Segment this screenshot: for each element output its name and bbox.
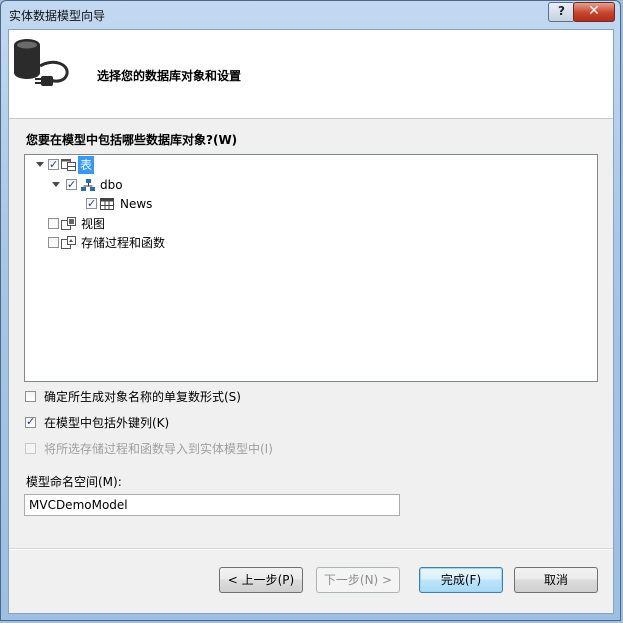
news-label: News bbox=[120, 197, 153, 211]
pluralize-checkbox[interactable] bbox=[25, 391, 36, 402]
database-connection-icon bbox=[14, 39, 69, 86]
procs-label: 存储过程和函数 bbox=[81, 236, 166, 250]
tree-node-schema[interactable]: dbo bbox=[25, 176, 225, 194]
tree-node-news[interactable]: News bbox=[25, 195, 225, 213]
foreign-keys-label: 在模型中包括外键列(K) bbox=[44, 416, 170, 430]
wizard-header: 选择您的数据库对象和设置 bbox=[9, 30, 613, 119]
footer-divider bbox=[9, 548, 613, 550]
import-procs-checkbox bbox=[25, 443, 36, 454]
expand-arrow-icon[interactable] bbox=[36, 162, 44, 167]
table-icon bbox=[100, 198, 114, 210]
news-checkbox[interactable] bbox=[86, 195, 97, 213]
import-procs-label: 将所选存储过程和函数导入到实体模型中(I) bbox=[44, 442, 273, 456]
schema-icon bbox=[81, 179, 95, 191]
tree-node-views[interactable]: 视图 bbox=[25, 215, 225, 233]
database-objects-tree[interactable]: 表 dbo bbox=[24, 154, 598, 382]
tables-checkbox[interactable] bbox=[48, 156, 59, 174]
help-button[interactable]: ? bbox=[548, 2, 575, 22]
procs-folder-icon bbox=[61, 236, 76, 249]
tree-node-procs[interactable]: 存储过程和函数 bbox=[25, 234, 225, 252]
procs-checkbox[interactable] bbox=[48, 237, 59, 248]
dialog-client: 选择您的数据库对象和设置 您要在模型中包括哪些数据库对象?(W) 表 bbox=[8, 29, 614, 614]
namespace-input[interactable]: MVCDemoModel bbox=[24, 494, 400, 516]
views-folder-icon bbox=[61, 217, 76, 230]
objects-label: 您要在模型中包括哪些数据库对象?(W) bbox=[26, 133, 238, 147]
tables-label: 表 bbox=[78, 156, 95, 174]
foreign-keys-checkbox[interactable] bbox=[25, 414, 36, 430]
pluralize-label: 确定所生成对象名称的单复数形式(S) bbox=[44, 390, 241, 404]
previous-button[interactable]: < 上一步(P) bbox=[219, 567, 303, 593]
finish-button[interactable]: 完成(F) bbox=[419, 567, 503, 593]
namespace-label: 模型命名空间(M): bbox=[26, 475, 122, 489]
schema-checkbox[interactable] bbox=[66, 176, 77, 194]
tree-node-tables[interactable]: 表 bbox=[25, 156, 225, 174]
close-button[interactable]: ✕ bbox=[573, 2, 615, 22]
window-title: 实体数据模型向导 bbox=[9, 9, 106, 23]
tables-folder-icon bbox=[61, 159, 76, 171]
views-checkbox[interactable] bbox=[48, 218, 59, 229]
schema-label: dbo bbox=[100, 178, 123, 192]
cancel-button[interactable]: 取消 bbox=[514, 567, 598, 593]
title-bar[interactable]: 实体数据模型向导 ? ✕ bbox=[1, 1, 620, 27]
expand-arrow-icon[interactable] bbox=[52, 182, 60, 187]
page-title: 选择您的数据库对象和设置 bbox=[97, 69, 242, 83]
wizard-window: 实体数据模型向导 ? ✕ 选择您的数据库对象和设置 您要在模型中包括哪些数据库对… bbox=[0, 0, 621, 621]
next-button: 下一步(N) > bbox=[316, 567, 400, 593]
views-label: 视图 bbox=[81, 217, 106, 231]
